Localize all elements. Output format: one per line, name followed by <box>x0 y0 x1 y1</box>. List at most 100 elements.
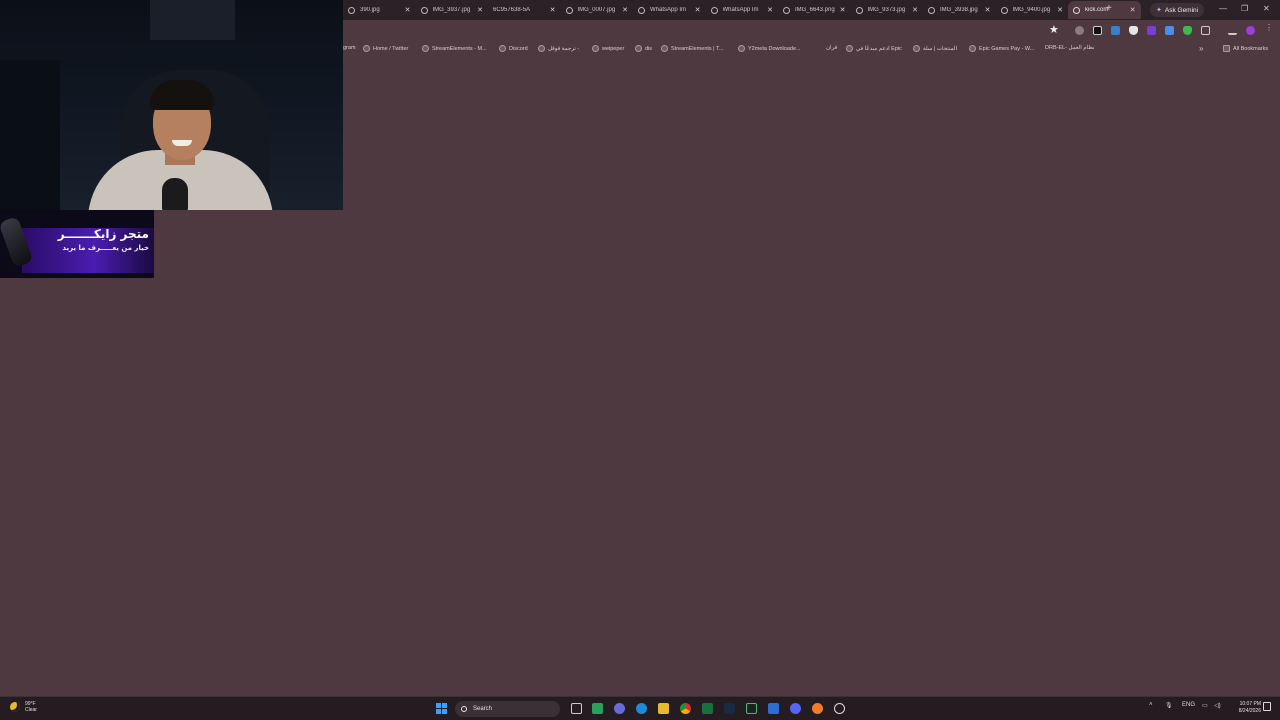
chrome-icon[interactable] <box>680 703 691 714</box>
discord-icon <box>499 45 506 52</box>
windows-taskbar: 99°F Clear Search ˄ 🎙 ENG ▭ ◁) 10:07 PM … <box>0 696 1280 720</box>
store-app-icon[interactable] <box>592 703 603 714</box>
bookmark-label: dis <box>645 45 653 52</box>
bookmark-label: Home / Twitter <box>373 45 409 52</box>
bookmark-label: StreamElements | T... <box>671 45 724 52</box>
browser-tab[interactable]: 390.jpg ✕ <box>343 1 416 19</box>
bookmark-icon <box>592 45 599 52</box>
bookmark-item[interactable]: قران <box>826 45 837 51</box>
browser-tab[interactable]: WhatsApp Im ✕ <box>633 1 706 19</box>
salla-icon <box>913 45 920 52</box>
bookmark-star-icon[interactable]: ★ <box>1049 23 1059 36</box>
browser-tab[interactable]: WhatsApp Im ✕ <box>706 1 779 19</box>
notification-icon[interactable] <box>1263 702 1271 711</box>
browser-tab[interactable]: kick.com ✕ <box>1068 1 1141 19</box>
close-tab-icon[interactable]: ✕ <box>767 6 773 14</box>
bookmark-item[interactable]: Epic Games Pay - W... <box>969 45 1034 52</box>
bookmark-item[interactable]: DRB-EL- نظام العمل <box>1045 45 1094 51</box>
profile-avatar[interactable] <box>1246 26 1255 35</box>
shield-icon[interactable] <box>1129 26 1138 35</box>
tab-title: IMG_3937.jpg <box>432 7 471 13</box>
bookmark-label: المنتجات | سلة <box>923 45 957 52</box>
extension-doc-icon[interactable] <box>1165 26 1174 35</box>
language-indicator[interactable]: ENG <box>1182 702 1195 708</box>
bookmark-item[interactable]: Y2meta Downloade... <box>738 45 801 52</box>
twitch-icon[interactable] <box>1147 26 1156 35</box>
browser-tab[interactable]: IMG_9373.jpg ✕ <box>851 1 924 19</box>
tab-title: WhatsApp Im <box>650 7 687 13</box>
tab-title: IMG_9400.jpg <box>1012 7 1051 13</box>
edge-icon[interactable] <box>636 703 647 714</box>
browser-tab[interactable]: IMG_9400.jpg ✕ <box>996 1 1069 19</box>
nvidia-app-icon[interactable] <box>746 703 757 714</box>
close-window-button[interactable]: ✕ <box>1263 4 1270 13</box>
app-orange-icon[interactable] <box>812 703 823 714</box>
close-tab-icon[interactable]: ✕ <box>695 6 701 14</box>
extension-w-icon[interactable] <box>1093 26 1102 35</box>
bookmark-item[interactable]: StreamElements - M... <box>422 45 487 52</box>
minimize-button[interactable]: — <box>1219 4 1227 13</box>
task-view-icon[interactable] <box>571 703 582 714</box>
bookmark-label: StreamElements - M... <box>432 45 487 52</box>
bookmark-item[interactable]: ترجمة قوقل - <box>538 45 579 52</box>
copilot-icon[interactable] <box>614 703 625 714</box>
network-icon[interactable]: ▭ <box>1202 702 1208 709</box>
bookmark-item[interactable]: Discord <box>499 45 528 52</box>
green-shield-icon[interactable] <box>1183 26 1192 35</box>
tab-title: IMG_9373.jpg <box>867 7 906 13</box>
globe-icon <box>1000 6 1008 14</box>
close-tab-icon[interactable]: ✕ <box>405 6 411 14</box>
browser-tab[interactable]: IMG_0007.jpg ✕ <box>561 1 634 19</box>
microphone-tray-icon[interactable]: 🎙 <box>1165 702 1173 709</box>
gemini-sparkle-icon: ✦ <box>1156 7 1162 14</box>
volume-icon[interactable]: ◁) <box>1214 702 1221 709</box>
bookmark-item[interactable]: gram <box>343 45 356 51</box>
browser-tab[interactable]: IMG_3937.jpg ✕ <box>416 1 489 19</box>
file-explorer-icon[interactable] <box>658 703 669 714</box>
browser-tab[interactable]: IMG_3938.jpg ✕ <box>923 1 996 19</box>
close-tab-icon[interactable]: ✕ <box>622 6 628 14</box>
discord-icon[interactable] <box>790 703 801 714</box>
extensions-puzzle-icon[interactable] <box>1201 26 1210 35</box>
windows-start-icon[interactable] <box>436 703 447 714</box>
extension-icon[interactable] <box>1075 26 1084 35</box>
restore-button[interactable]: ❐ <box>1241 4 1248 13</box>
close-tab-icon[interactable]: ✕ <box>912 6 918 14</box>
bookmarks-overflow-chevron-icon[interactable]: » <box>1199 44 1203 53</box>
media-player-icon[interactable] <box>834 703 845 714</box>
close-tab-icon[interactable]: ✕ <box>840 6 846 14</box>
bookmark-item[interactable]: weipeper <box>592 45 624 52</box>
close-tab-icon[interactable]: ✕ <box>1130 6 1136 14</box>
globe-icon <box>928 6 935 14</box>
bookmark-item[interactable]: Home / Twitter <box>363 45 408 52</box>
globe-icon <box>969 45 976 52</box>
taskbar-clock[interactable]: 10:07 PM 8/24/2026 <box>1227 701 1261 715</box>
all-bookmarks-button[interactable]: All Bookmarks <box>1223 45 1268 52</box>
close-tab-icon[interactable]: ✕ <box>985 6 991 14</box>
excel-icon[interactable] <box>702 703 713 714</box>
new-tab-button[interactable]: + <box>1106 3 1112 14</box>
bookmark-item[interactable]: StreamElements | T... <box>661 45 723 52</box>
steam-icon[interactable] <box>724 703 735 714</box>
extension-blue-icon[interactable] <box>1111 26 1120 35</box>
app-blue-icon[interactable] <box>768 703 779 714</box>
browser-tab[interactable]: 6C957638-5A ✕ <box>488 1 561 19</box>
taskbar-search[interactable]: Search <box>455 701 560 717</box>
bookmark-item[interactable]: dis <box>635 45 652 52</box>
bookmark-item[interactable]: المنتجات | سلة <box>913 45 957 52</box>
browser-tab[interactable]: IMG_6643.png ✕ <box>778 1 851 19</box>
menu-dots-icon[interactable]: ⋮ <box>1265 23 1274 32</box>
store-banner: متجر زايكـــــــر خيار من يعـــــرف ما ي… <box>0 210 154 278</box>
weather-widget[interactable]: 99°F Clear <box>10 701 37 713</box>
bookmark-item[interactable]: ادعم مبدعًا في Epic <box>846 45 902 52</box>
search-placeholder: Search <box>473 706 493 712</box>
globe-icon <box>855 6 863 14</box>
close-tab-icon[interactable]: ✕ <box>1057 6 1063 14</box>
close-tab-icon[interactable]: ✕ <box>550 6 556 14</box>
tray-overflow-chevron-icon[interactable]: ˄ <box>1149 702 1153 708</box>
download-icon[interactable] <box>1228 26 1237 35</box>
bookmark-label: Epic Games Pay - W... <box>979 45 1035 52</box>
ask-gemini-button[interactable]: ✦ Ask Gemini <box>1150 3 1205 17</box>
close-tab-icon[interactable]: ✕ <box>477 6 483 14</box>
all-bookmarks-label: All Bookmarks <box>1233 45 1269 52</box>
